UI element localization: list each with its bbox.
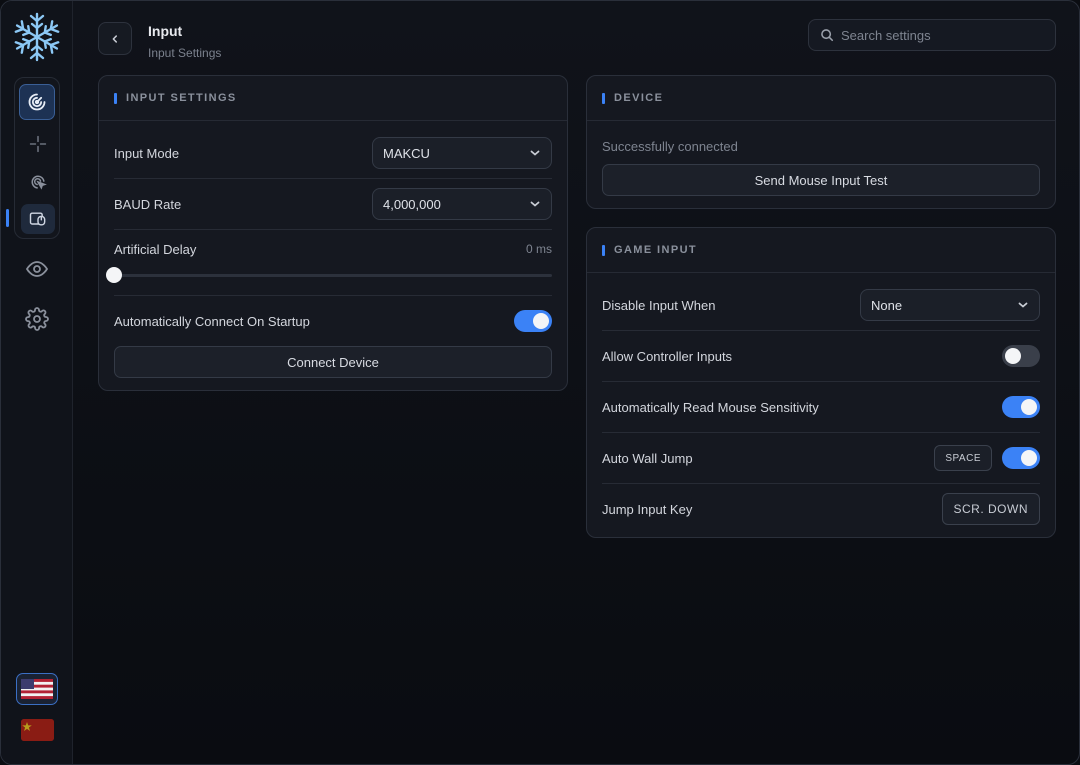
allow-controller-toggle[interactable]	[1002, 345, 1040, 367]
divider	[602, 381, 1040, 382]
target-cursor-icon	[31, 175, 47, 190]
connect-device-button[interactable]: Connect Device	[114, 346, 552, 378]
toggle-knob	[1005, 348, 1021, 364]
auto-connect-toggle[interactable]	[514, 310, 552, 332]
search-input[interactable]	[841, 27, 1041, 43]
input-mode-select[interactable]: MAKCU	[372, 137, 552, 169]
divider	[602, 483, 1040, 484]
section-title: INPUT SETTINGS	[126, 92, 237, 104]
app-window: Input Input Settings INPUT SETTINGS Inpu…	[0, 0, 1080, 765]
jump-input-key-row: Jump Input Key SCR. DOWN	[602, 493, 1040, 525]
artificial-delay-slider-handle[interactable]	[106, 267, 122, 283]
input-settings-card: INPUT SETTINGS Input Mode MAKCU BAUD Rat…	[98, 75, 568, 391]
nav-crosshair-button[interactable]	[21, 129, 55, 159]
disable-input-label: Disable Input When	[602, 297, 716, 313]
disable-input-row: Disable Input When None	[602, 289, 1040, 321]
back-button[interactable]	[98, 22, 132, 55]
search-box[interactable]	[808, 19, 1056, 51]
section-title: DEVICE	[614, 92, 664, 104]
page-subtitle: Input Settings	[148, 46, 222, 60]
baud-rate-label: BAUD Rate	[114, 196, 182, 212]
section-title: GAME INPUT	[614, 244, 698, 256]
disable-input-value: None	[871, 297, 903, 313]
jump-input-key-button[interactable]: SCR. DOWN	[941, 493, 1040, 525]
visuals-button[interactable]	[24, 256, 50, 282]
eye-icon	[25, 261, 49, 277]
allow-controller-row: Allow Controller Inputs	[602, 345, 1040, 367]
section-accent	[602, 92, 605, 104]
jump-input-key-label: Jump Input Key	[602, 501, 693, 517]
auto-connect-row: Automatically Connect On Startup	[114, 310, 552, 332]
artificial-delay-value: 0 ms	[525, 242, 552, 256]
toggle-knob	[533, 313, 549, 329]
wall-jump-key-button[interactable]: SPACE	[934, 445, 992, 471]
auto-sensitivity-label: Automatically Read Mouse Sensitivity	[602, 399, 819, 415]
us-flag-icon	[21, 679, 53, 699]
chevron-left-icon	[112, 34, 117, 43]
auto-wall-jump-toggle[interactable]	[1002, 447, 1040, 469]
game-input-card: GAME INPUT Disable Input When None Allow…	[586, 227, 1056, 538]
page-title: Input	[148, 23, 183, 39]
artificial-delay-slider-track[interactable]	[114, 274, 552, 277]
nav-target-button[interactable]	[21, 167, 55, 197]
sidebar	[1, 1, 73, 764]
search-icon	[821, 29, 834, 42]
active-nav-indicator	[6, 209, 9, 227]
toggle-knob	[1021, 450, 1037, 466]
card-header: GAME INPUT	[587, 228, 1055, 273]
card-header: DEVICE	[587, 76, 1055, 121]
send-mouse-test-button[interactable]: Send Mouse Input Test	[602, 164, 1040, 196]
disable-input-select[interactable]: None	[860, 289, 1040, 321]
language-chinese-button[interactable]	[21, 719, 54, 741]
input-mode-label: Input Mode	[114, 145, 180, 161]
divider	[114, 295, 552, 296]
cn-flag-icon	[21, 719, 54, 741]
auto-wall-jump-controls: SPACE	[934, 445, 1040, 471]
device-card: DEVICE Successfully connected Send Mouse…	[586, 75, 1056, 209]
gear-icon	[25, 307, 49, 331]
section-accent	[602, 244, 605, 256]
artificial-delay-label: Artificial Delay	[114, 241, 197, 257]
device-mouse-icon	[29, 212, 46, 226]
language-english-button[interactable]	[16, 673, 58, 705]
divider	[114, 229, 552, 230]
input-mode-value: MAKCU	[383, 145, 430, 161]
nav-input-button[interactable]	[21, 204, 55, 234]
nav-radar-button[interactable]	[19, 84, 55, 120]
divider	[114, 178, 552, 179]
auto-wall-jump-row: Auto Wall Jump SPACE	[602, 445, 1040, 471]
snowflake-logo-icon	[11, 11, 63, 63]
radar-icon	[28, 93, 46, 111]
chevron-down-icon	[530, 201, 540, 207]
divider	[602, 330, 1040, 331]
auto-connect-label: Automatically Connect On Startup	[114, 313, 310, 329]
device-status: Successfully connected	[602, 139, 738, 154]
card-header: INPUT SETTINGS	[99, 76, 567, 121]
artificial-delay-row: Artificial Delay 0 ms	[114, 240, 552, 258]
chevron-down-icon	[1018, 302, 1028, 308]
baud-rate-row: BAUD Rate 4,000,000	[114, 188, 552, 220]
auto-wall-jump-label: Auto Wall Jump	[602, 450, 693, 466]
auto-sensitivity-toggle[interactable]	[1002, 396, 1040, 418]
settings-button[interactable]	[24, 306, 50, 332]
baud-rate-select[interactable]: 4,000,000	[372, 188, 552, 220]
baud-rate-value: 4,000,000	[383, 196, 441, 212]
chevron-down-icon	[530, 150, 540, 156]
input-mode-row: Input Mode MAKCU	[114, 137, 552, 169]
auto-sensitivity-row: Automatically Read Mouse Sensitivity	[602, 396, 1040, 418]
toggle-knob	[1021, 399, 1037, 415]
sidebar-nav-group	[14, 77, 60, 239]
crosshair-icon	[29, 135, 47, 153]
divider	[602, 432, 1040, 433]
allow-controller-label: Allow Controller Inputs	[602, 348, 733, 364]
section-accent	[114, 92, 117, 104]
